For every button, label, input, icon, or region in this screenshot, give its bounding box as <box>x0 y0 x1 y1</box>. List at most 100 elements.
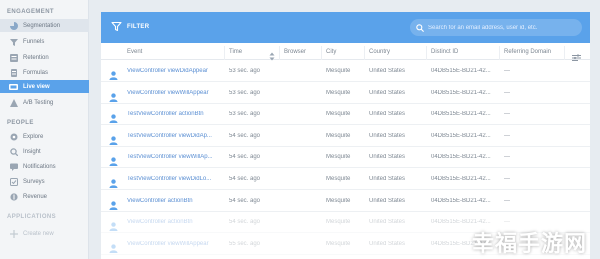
cell-time: 54 sec. ago <box>229 176 261 182</box>
cell-country: United States <box>369 111 406 118</box>
table-row[interactable]: TestViewController viewDidLo... 54 sec. a… <box>101 169 590 190</box>
sidebar-item-label: Live view <box>23 83 50 90</box>
cell-city: Mesquite <box>326 176 351 182</box>
cell-distinct-id: 04DB515E-BD21-42... <box>431 219 491 226</box>
column-header-referring-domain[interactable]: Referring Domain <box>504 49 551 55</box>
column-divider <box>364 46 365 60</box>
watermark-text: 幸福手游网 <box>472 232 588 257</box>
cell-distinct-id: 04DB515E-BD21-42... <box>431 132 491 139</box>
filter-button[interactable]: FILTER <box>111 21 149 32</box>
notifications-icon <box>9 162 18 171</box>
cell-city: Mesquite <box>326 68 351 74</box>
formula-icon <box>9 68 18 77</box>
cell-event[interactable]: ViewController actionBtn <box>127 219 223 225</box>
cell-event[interactable]: TestViewController viewDidAp... <box>127 133 223 139</box>
funnel-icon <box>9 37 18 46</box>
cell-city: Mesquite <box>326 89 351 96</box>
table-row[interactable]: TestViewController viewDidAp... 54 sec. a… <box>101 126 590 147</box>
sidebar-item-label: Insight <box>23 148 41 155</box>
sidebar-item-revenue[interactable]: Revenue <box>0 190 89 203</box>
people-section-title: PEOPLE <box>7 120 34 126</box>
sidebar-item-retention[interactable]: Retention <box>0 51 89 64</box>
cell-event[interactable]: ViewController actionBtn <box>127 198 223 204</box>
sidebar-item-label: Formulas <box>23 69 49 76</box>
cell-country: United States <box>369 132 406 139</box>
cell-city: Mesquite <box>326 132 351 139</box>
sidebar-item-segmentation[interactable]: Segmentation <box>0 19 89 32</box>
cell-distinct-id: 04DB515E-BD21-42... <box>431 68 491 74</box>
cell-time: 53 sec. ago <box>229 89 261 96</box>
sidebar-item-label: Notifications <box>23 163 56 170</box>
search-box[interactable] <box>410 19 582 36</box>
column-header-city[interactable]: City <box>326 49 336 55</box>
table-row[interactable]: TestViewController viewWillAp... 54 sec. … <box>101 147 590 169</box>
sidebar-item-formulas[interactable]: Formulas <box>0 66 89 79</box>
cell-time: 54 sec. ago <box>229 132 261 139</box>
live-view-icon <box>9 82 18 91</box>
sidebar-item-ab-testing[interactable]: A/B Testing <box>0 96 89 109</box>
cell-domain: --- <box>504 68 510 74</box>
search-icon <box>416 23 424 32</box>
column-divider <box>426 46 427 60</box>
cell-time: 55 sec. ago <box>229 240 261 247</box>
column-header-country[interactable]: Country <box>369 49 390 55</box>
sidebar-item-funnels[interactable]: Funnels <box>0 35 89 48</box>
column-header-distinct-id[interactable]: Distinct ID <box>431 49 458 55</box>
table-row[interactable]: ViewController viewDidAppear 53 sec. ago M… <box>101 61 590 82</box>
cell-domain: --- <box>504 89 510 96</box>
cell-event[interactable]: TestViewController viewWillAp... <box>127 154 223 160</box>
cell-city: Mesquite <box>326 197 351 204</box>
search-input[interactable] <box>428 24 578 31</box>
column-divider <box>224 46 225 60</box>
sidebar-item-label: Revenue <box>23 193 48 200</box>
cell-event[interactable]: ViewController viewWillAppear <box>127 241 223 247</box>
user-icon <box>109 240 118 258</box>
sidebar-item-label: Explore <box>23 133 44 140</box>
cell-event[interactable]: ViewController viewWillAppear <box>127 90 223 96</box>
sidebar-item-explore[interactable]: Explore <box>0 130 89 143</box>
sidebar-item-label: Surveys <box>23 178 45 185</box>
cell-time: 54 sec. ago <box>229 197 261 204</box>
toolbar: FILTER <box>101 12 590 43</box>
table-row[interactable]: ViewController actionBtn 54 sec. ago Mesqu… <box>101 191 590 212</box>
plus-icon <box>9 229 18 238</box>
create-new-label: Create new <box>23 230 54 237</box>
cell-distinct-id: 04DB515E-BD21-42... <box>431 176 491 182</box>
sidebar-item-label: A/B Testing <box>23 99 54 106</box>
cell-city: Mesquite <box>326 219 351 226</box>
sidebar-item-surveys[interactable]: Surveys <box>0 175 89 188</box>
cell-time: 54 sec. ago <box>229 154 261 161</box>
sidebar-item-label: Segmentation <box>23 22 61 29</box>
cell-domain: --- <box>504 154 510 161</box>
sidebar-item-live-view[interactable]: Live view <box>0 80 89 93</box>
filter-label: FILTER <box>127 23 150 30</box>
cell-event[interactable]: ViewController viewDidAppear <box>127 68 223 74</box>
column-divider <box>321 46 322 60</box>
ab-testing-icon <box>9 98 18 107</box>
cell-time: 54 sec. ago <box>229 219 261 226</box>
cell-country: United States <box>369 68 406 74</box>
filter-icon <box>111 21 122 32</box>
create-new-button[interactable]: Create new <box>0 227 89 240</box>
sidebar-item-notifications[interactable]: Notifications <box>0 160 89 173</box>
table-row[interactable]: TestViewController actionBtn 53 sec. ago M… <box>101 104 590 126</box>
cell-city: Mesquite <box>326 111 351 118</box>
explore-icon <box>9 132 18 141</box>
cell-country: United States <box>369 154 406 161</box>
cell-country: United States <box>369 176 406 182</box>
cell-domain: --- <box>504 219 510 226</box>
column-header-event[interactable]: Event <box>127 49 142 55</box>
cell-event[interactable]: TestViewController viewDidLo... <box>127 176 223 182</box>
live-view-panel: FILTER Event Time Browser City Country D… <box>101 12 590 259</box>
segmentation-icon <box>9 21 18 30</box>
column-header-time[interactable]: Time <box>229 49 242 55</box>
sidebar-item-label: Retention <box>23 54 49 61</box>
sidebar-item-insight[interactable]: Insight <box>0 145 89 158</box>
cell-country: United States <box>369 197 406 204</box>
column-header-browser[interactable]: Browser <box>284 49 306 55</box>
engagement-section-title: ENGAGEMENT <box>7 9 55 15</box>
table-row[interactable]: ViewController viewWillAppear 53 sec. ago… <box>101 83 590 104</box>
cell-distinct-id: 04DB515E-BD21-42... <box>431 154 491 161</box>
column-divider <box>279 46 280 60</box>
cell-event[interactable]: TestViewController actionBtn <box>127 111 223 117</box>
